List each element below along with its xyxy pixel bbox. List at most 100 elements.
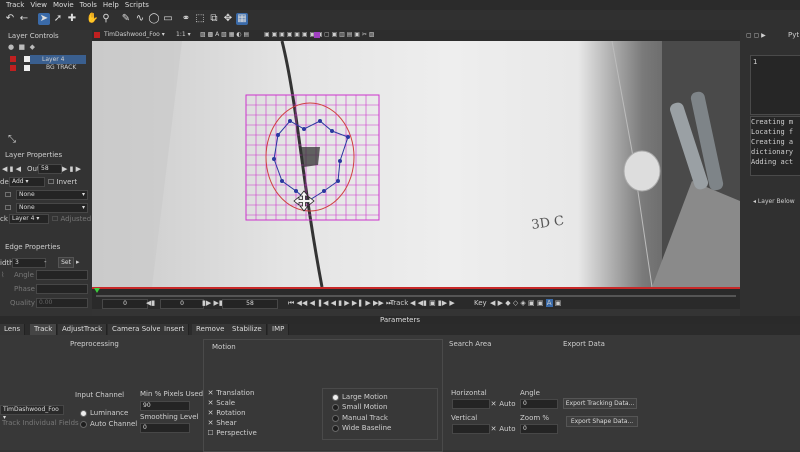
layer-row-selected[interactable]: Layer 4 [30, 55, 86, 64]
python-editor[interactable]: 1 [750, 55, 800, 115]
viewer[interactable]: 3D C [92, 41, 740, 287]
check-icon: ✕ [490, 425, 497, 433]
menu-scripts[interactable]: Scripts [125, 0, 149, 10]
edge-width-stepper[interactable]: - [44, 258, 47, 266]
horizontal-field[interactable] [452, 399, 490, 409]
vertical-auto-checkbox[interactable]: ✕ Auto [490, 425, 516, 433]
perspective-checkbox[interactable]: ☐ Perspective [207, 429, 256, 437]
vertical-field[interactable] [452, 424, 490, 434]
clip-select[interactable]: TimDashwood_Foo ▾ [104, 31, 165, 38]
menu-view[interactable]: View [30, 0, 47, 10]
clip-dropdown[interactable]: TimDashwood_Foo ▾ [0, 405, 64, 421]
manual-track-radio[interactable]: Manual Track [332, 414, 388, 422]
large-motion-radio[interactable]: Large Motion [332, 393, 388, 401]
link-icon[interactable]: ⚭ [180, 13, 192, 25]
matte-layer-toggle[interactable]: ☐ [5, 191, 11, 199]
track-layer-select[interactable]: Layer 4 ▾ [9, 214, 49, 224]
out-field[interactable]: 58 [38, 164, 62, 174]
tab-insert[interactable]: Insert [160, 324, 190, 335]
layer-below-header[interactable]: ◂ Layer Below [753, 198, 795, 205]
channel-buttons[interactable]: ▨ ▩ A ▧ ▦ ◐ ▤ [200, 31, 249, 38]
circle-tool-icon[interactable]: ◯ [148, 13, 160, 25]
tab-adjusttrack[interactable]: AdjustTrack [58, 324, 108, 335]
in-keyframe-icons[interactable]: ◀ ▮ ◀ [2, 165, 21, 173]
tab-imp[interactable]: IMP [268, 324, 290, 335]
current-frame-field[interactable]: 58 [222, 299, 278, 309]
menu-track[interactable]: Track [6, 0, 24, 10]
playhead-marker[interactable] [94, 288, 100, 293]
wide-baseline-radio[interactable]: Wide Baseline [332, 424, 391, 432]
zoom-tool-icon[interactable]: ⚲ [100, 13, 112, 25]
hand-icon[interactable]: ✋ [86, 13, 98, 25]
blend-mode-select[interactable]: Add ▾ [9, 177, 45, 187]
small-motion-radio[interactable]: Small Motion [332, 403, 387, 411]
view-mode-buttons[interactable]: ▢ ▣ ▥ ▤ ▣ ✂ ▨ [324, 31, 374, 38]
export-shape-button[interactable]: Export Shape Data... [566, 416, 638, 427]
matte-select[interactable]: None ▾ [16, 190, 88, 200]
set-out-icon[interactable]: ▮▶ ▶▮ [202, 299, 223, 307]
layer-color-swatch[interactable] [10, 56, 16, 62]
menu-help[interactable]: Help [103, 0, 119, 10]
timeline-range-bar[interactable] [92, 287, 740, 289]
pen-tool-icon[interactable]: ✎ [120, 13, 132, 25]
bspline-tool-icon[interactable]: ∿ [134, 13, 146, 25]
color-swatch[interactable] [314, 32, 320, 38]
layer-visibility-toggle[interactable] [24, 56, 30, 62]
parameters-title: Parameters [0, 316, 800, 324]
rect-tool-icon[interactable]: ▭ [162, 13, 174, 25]
tab-camera-solve[interactable]: Camera Solve [108, 324, 166, 335]
zoom-field[interactable]: 0 [520, 424, 558, 434]
back-arrow-icon[interactable]: ← [18, 13, 30, 25]
select-points-icon[interactable]: ➚ [52, 13, 64, 25]
translation-checkbox[interactable]: ✕ Translation [207, 389, 255, 397]
move-icon[interactable]: ✥ [222, 13, 234, 25]
expand-icon[interactable]: ⤡ [8, 134, 16, 145]
key-controls[interactable]: ◀ ▶ ◆ ◇ ◈ ▣ ▣ A ▣ [490, 299, 561, 307]
track-controls[interactable]: ◀ ◀▮ ▣ ▮▶ ▶ [410, 299, 455, 307]
tab-stabilize[interactable]: Stabilize [228, 324, 267, 335]
timeline-track[interactable] [96, 295, 736, 297]
edge-width-field[interactable]: 3 [12, 258, 46, 268]
horizontal-label: Horizontal [451, 389, 487, 397]
toolbar: ↶ ← ➤ ➚ ✚ ✋ ⚲ ✎ ∿ ◯ ▭ ⚭ ⬚ ⧉ ✥ ▦ [0, 10, 800, 30]
track-individual-fields[interactable]: Track Individual Fields [2, 419, 79, 427]
select-tool-icon[interactable]: ➤ [38, 13, 50, 25]
playback-controls[interactable]: ⏮ ◀◀ ◀ ❚◀ ◀ ▮ ▶ ▶❚ ▶ ▶▶ ⏭ [288, 299, 392, 308]
matte2-layer-toggle[interactable]: ☐ [5, 204, 11, 212]
menu-movie[interactable]: Movie [53, 0, 74, 10]
out-keyframe-icons[interactable]: ▶ ▮ ▶ [62, 165, 81, 173]
export-tracking-button[interactable]: Export Tracking Data... [563, 398, 637, 409]
scale-checkbox[interactable]: ✕ Scale [207, 399, 236, 407]
luminance-radio[interactable]: Luminance [80, 409, 128, 417]
auto-channel-radio[interactable]: Auto Channel [80, 420, 137, 428]
set-in-icon[interactable]: ◀▮ [146, 299, 155, 307]
smoothing-field[interactable]: 0 [140, 423, 190, 433]
layer-color-swatch[interactable] [10, 65, 16, 71]
set-button[interactable]: Set [58, 257, 74, 268]
in-frame-field[interactable]: 0 [160, 299, 204, 309]
angle-field[interactable]: 0 [520, 399, 558, 409]
shear-checkbox[interactable]: ✕ Shear [207, 419, 237, 427]
tab-remove[interactable]: Remove [192, 324, 230, 335]
matte2-select[interactable]: None ▾ [16, 203, 88, 213]
zoom-select[interactable]: 1:1 ▾ [176, 31, 191, 38]
invert-checkbox[interactable]: ☐ Invert [48, 178, 77, 186]
rotation-checkbox[interactable]: ✕ Rotation [207, 409, 246, 417]
surface-icon[interactable]: ▦ [236, 13, 248, 25]
set-stepper[interactable]: ▸ [76, 258, 80, 266]
layer-name[interactable]: BG TRACK [46, 64, 76, 71]
min-pixels-field[interactable]: 90 [140, 401, 190, 411]
edge-link-icon[interactable]: ⌇ [1, 271, 4, 279]
layer-visibility-toggle[interactable] [24, 65, 30, 71]
transform-icon[interactable]: ⧉ [208, 13, 220, 25]
undo-icon[interactable]: ↶ [4, 13, 16, 25]
add-point-icon[interactable]: ✚ [66, 13, 78, 25]
menu-tools[interactable]: Tools [80, 0, 97, 10]
tab-track[interactable]: Track [30, 324, 58, 335]
start-frame-field[interactable]: 0 [102, 299, 148, 309]
horizontal-auto-checkbox[interactable]: ✕ Auto [490, 400, 516, 408]
tab-lens[interactable]: Lens [0, 324, 26, 335]
adjusted-checkbox[interactable]: ☐ Adjusted [52, 215, 91, 223]
python-panel-icons[interactable]: ▢ ▢ ▶ [746, 32, 766, 39]
lasso-icon[interactable]: ⬚ [194, 13, 206, 25]
